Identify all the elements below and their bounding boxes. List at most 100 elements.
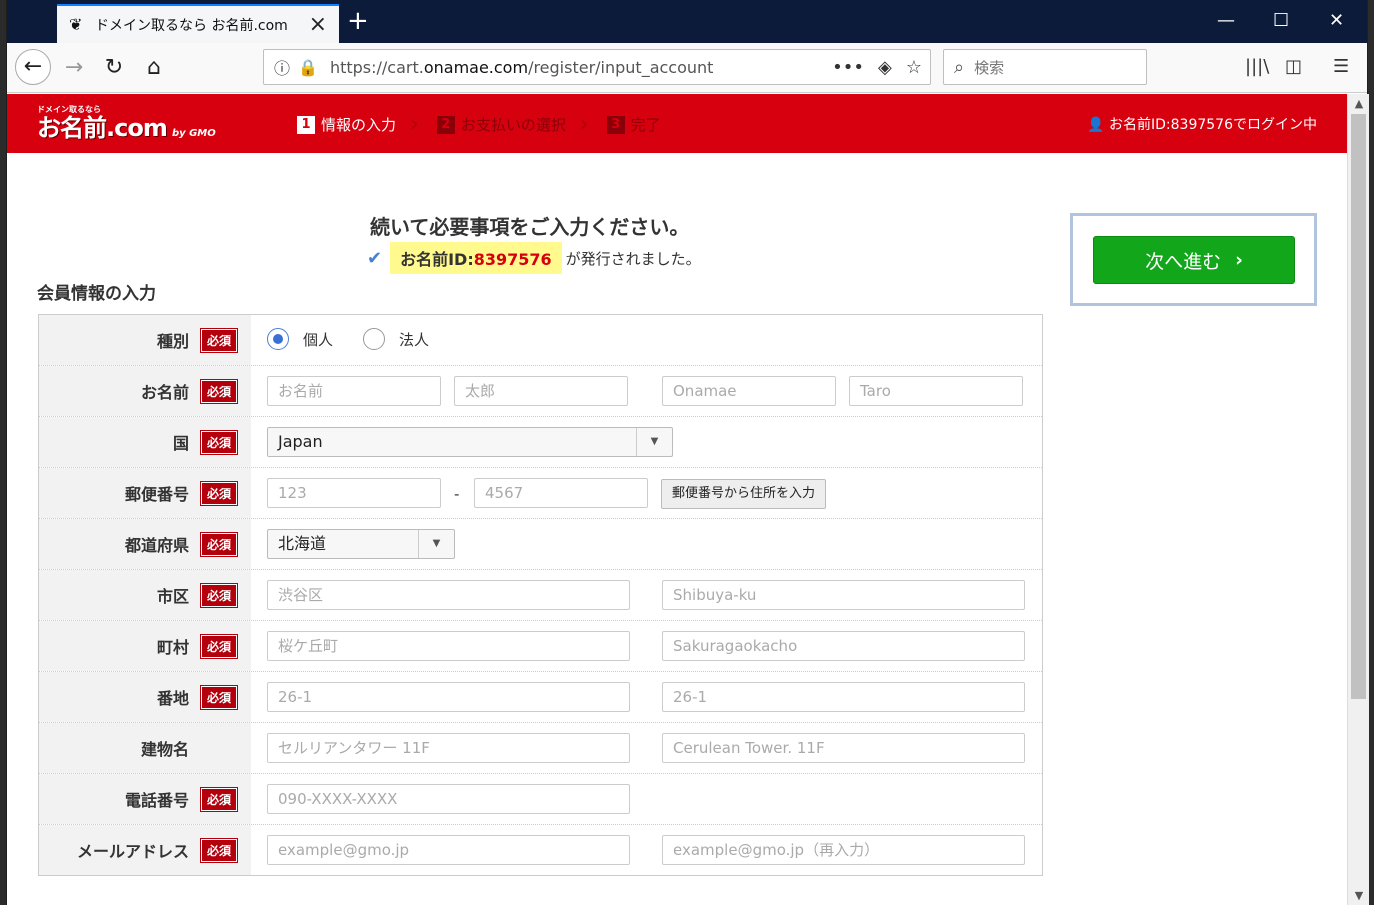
required-badge: 必須 [199, 429, 239, 455]
form-row-name: お名前 必須 お名前 太郎 Onamae Taro [39, 366, 1042, 417]
next-step-panel: 次へ進む › [1070, 213, 1317, 306]
form-row-country: 国必須 Japan ▼ [39, 417, 1042, 468]
city-roman-input[interactable]: Shibuya-ku [662, 580, 1025, 610]
section-title: 会員情報の入力 [37, 284, 156, 304]
tab-close-icon[interactable]: × [309, 13, 327, 35]
site-favicon-icon: ❦ [69, 14, 83, 34]
town-roman-input[interactable]: Sakuragaokacho [662, 631, 1025, 661]
user-icon: 👤 [1087, 117, 1105, 133]
step-arrow-icon: › [410, 112, 419, 137]
form-row-phone: 電話番号 必須 090-XXXX-XXXX [39, 774, 1042, 825]
vertical-scrollbar[interactable]: ▲ ▼ [1347, 94, 1369, 905]
browser-window: ❦ ドメイン取るなら お名前.com × + — ☐ ✕ ← → ↻ ⌂ ⓘ 🔒… [6, 0, 1369, 905]
form-row-type: 種別 必須 個人 法人 [39, 315, 1042, 366]
scroll-up-icon[interactable]: ▲ [1348, 97, 1370, 110]
step-arrow-icon: › [579, 112, 589, 137]
first-name-roman-input[interactable]: Taro [849, 376, 1023, 406]
login-status: 👤 お名前ID:8397576でログイン中 [1087, 117, 1317, 133]
form-row-town: 町村 必須 桜ケ丘町 Sakuragaokacho [39, 621, 1042, 672]
zip-dash: - [454, 485, 460, 503]
required-badge: 必須 [199, 786, 239, 812]
last-name-roman-input[interactable]: Onamae [662, 376, 836, 406]
first-name-input[interactable]: 太郎 [454, 376, 628, 406]
form-row-address: 番地 必須 26-1 26-1 [39, 672, 1042, 723]
chevron-right-icon: › [1235, 249, 1243, 271]
sidebar-icon[interactable]: ◫ [1285, 56, 1302, 77]
maximize-button[interactable]: ☐ [1273, 10, 1289, 31]
page-actions-icon[interactable]: ••• [832, 57, 864, 78]
town-input[interactable]: 桜ケ丘町 [267, 631, 630, 661]
zip-first-input[interactable]: 123 [267, 478, 441, 508]
form-row-zip: 郵便番号 必須 123 - 4567 郵便番号から住所を入力 [39, 468, 1042, 519]
pocket-icon[interactable]: ◈ [878, 57, 892, 78]
required-badge: 必須 [199, 378, 239, 404]
phone-input[interactable]: 090-XXXX-XXXX [267, 784, 630, 814]
radio-corporation[interactable]: 法人 [363, 328, 429, 350]
required-badge: 必須 [199, 327, 239, 353]
required-badge: 必須 [199, 633, 239, 659]
reload-button[interactable]: ↻ [97, 51, 131, 85]
id-issued-notice: ✔ お名前ID:8397576 が発行されました。 [367, 242, 701, 274]
building-input[interactable]: セルリアンタワー 11F [267, 733, 630, 763]
progress-steps: 1 情報の入力 › 2 お支払いの選択 › 3 完了 [297, 112, 679, 137]
checkmark-icon: ✔ [367, 247, 383, 269]
dropdown-arrow-icon: ▼ [418, 530, 454, 558]
form-row-email: メールアドレス 必須 example@gmo.jp example@gmo.jp（… [39, 825, 1042, 875]
step-2: 2 お支払いの選択 › [436, 112, 589, 137]
back-button[interactable]: ← [15, 49, 51, 85]
prefecture-select[interactable]: 北海道 ▼ [267, 529, 455, 559]
zip-lookup-button[interactable]: 郵便番号から住所を入力 [661, 479, 827, 509]
page-content: ドメイン取るなら お名前.com by GMO 1 情報の入力 › 2 お支払いの選択… [7, 94, 1347, 905]
browser-tab[interactable]: ❦ ドメイン取るなら お名前.com × [57, 4, 339, 43]
radio-button [363, 328, 385, 350]
title-bar: ❦ ドメイン取るなら お名前.com × + — ☐ ✕ [7, 0, 1367, 43]
home-button[interactable]: ⌂ [137, 51, 171, 85]
address-input[interactable]: 26-1 [267, 682, 630, 712]
forward-button[interactable]: → [57, 51, 91, 85]
form-row-building: 建物名必須 セルリアンタワー 11F Cerulean Tower. 11F [39, 723, 1042, 774]
minimize-button[interactable]: — [1217, 10, 1235, 31]
step-1: 1 情報の入力 › [297, 112, 419, 137]
info-icon[interactable]: ⓘ [274, 55, 290, 79]
dropdown-arrow-icon: ▼ [636, 428, 672, 456]
member-info-form: 種別 必須 個人 法人 お名前 必須 お名前 太郎 Onamae Taro 国必須 … [38, 314, 1043, 876]
library-icon[interactable]: |||\ [1245, 56, 1269, 77]
menu-icon[interactable]: ☰ [1333, 56, 1349, 77]
radio-individual[interactable]: 個人 [267, 328, 333, 350]
scrollbar-thumb[interactable] [1351, 114, 1366, 699]
zip-second-input[interactable]: 4567 [474, 478, 648, 508]
country-select[interactable]: Japan ▼ [267, 427, 673, 457]
search-icon: ⌕ [954, 56, 965, 78]
tab-title: ドメイン取るなら お名前.com [95, 17, 288, 34]
form-row-prefecture: 都道府県 必須 北海道 ▼ [39, 519, 1042, 570]
next-button[interactable]: 次へ進む › [1093, 236, 1295, 284]
address-roman-input[interactable]: 26-1 [662, 682, 1025, 712]
required-badge: 必須 [199, 480, 239, 506]
window-close-button[interactable]: ✕ [1329, 10, 1344, 31]
last-name-input[interactable]: お名前 [267, 376, 441, 406]
issued-id: 8397576 [473, 250, 552, 269]
search-box[interactable]: ⌕ 検索 [943, 49, 1147, 85]
lock-icon[interactable]: 🔒 [298, 58, 318, 77]
onamae-logo[interactable]: ドメイン取るなら お名前.com by GMO [37, 104, 216, 141]
search-placeholder: 検索 [974, 58, 1005, 77]
email-input[interactable]: example@gmo.jp [267, 835, 630, 865]
required-badge: 必須 [199, 684, 239, 710]
form-row-city: 市区 必須 渋谷区 Shibuya-ku [39, 570, 1042, 621]
radio-button [267, 328, 289, 350]
email-confirm-input[interactable]: example@gmo.jp（再入力） [662, 835, 1025, 865]
scroll-down-icon[interactable]: ▼ [1348, 889, 1370, 902]
step-3: 3 完了 [606, 114, 661, 135]
city-input[interactable]: 渋谷区 [267, 580, 630, 610]
page-headline: 続いて必要事項をご入力ください。 [370, 215, 690, 239]
required-badge: 必須 [199, 531, 239, 557]
address-bar[interactable]: ⓘ 🔒 https://cart.onamae.com/register/inp… [263, 49, 931, 85]
required-badge: 必須 [199, 582, 239, 608]
new-tab-button[interactable]: + [347, 8, 369, 34]
url-text[interactable]: https://cart.onamae.com/register/input_a… [330, 58, 714, 77]
site-header: ドメイン取るなら お名前.com by GMO 1 情報の入力 › 2 お支払いの選択… [7, 94, 1347, 153]
required-badge: 必須 [199, 837, 239, 863]
building-roman-input[interactable]: Cerulean Tower. 11F [662, 733, 1025, 763]
navigation-toolbar: ← → ↻ ⌂ ⓘ 🔒 https://cart.onamae.com/regi… [7, 43, 1367, 93]
bookmark-star-icon[interactable]: ☆ [906, 57, 922, 78]
